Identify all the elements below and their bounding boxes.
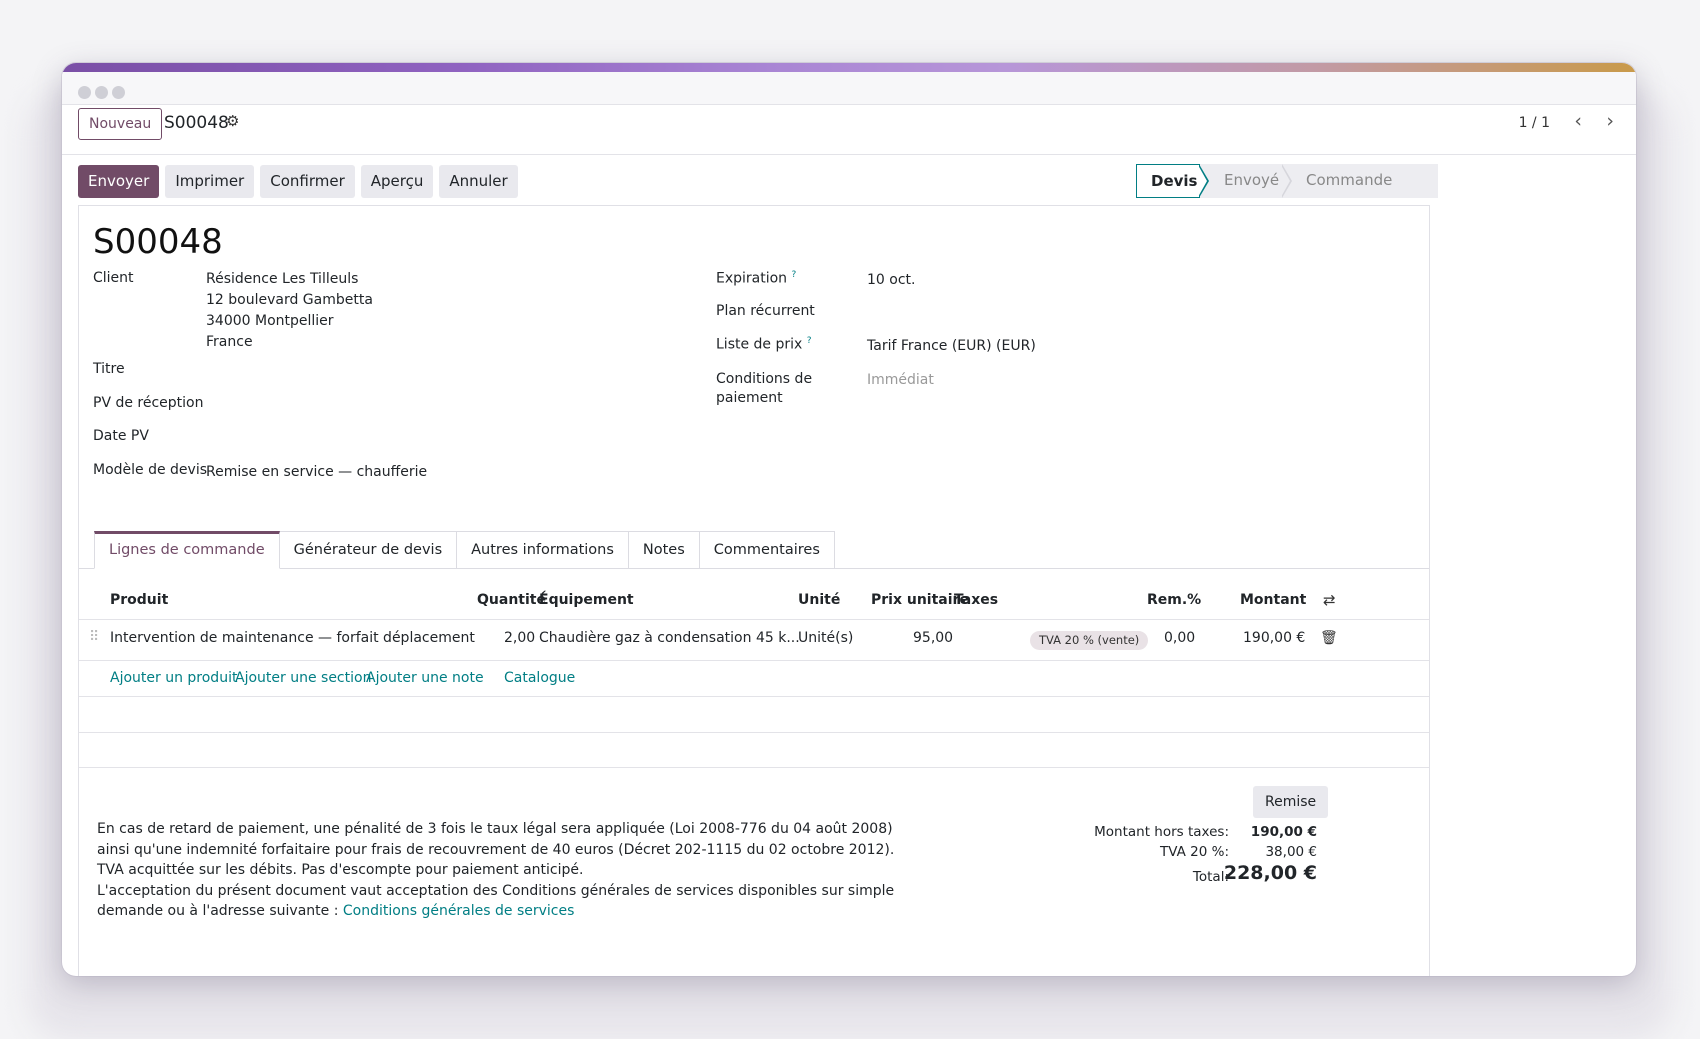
stage-label: Devis [1151, 172, 1198, 190]
new-button[interactable]: Nouveau [78, 108, 163, 140]
gear-icon[interactable]: ⚙ [226, 112, 239, 130]
row-divider [79, 767, 1429, 768]
subtotal-label: Montant hors taxes: [1094, 824, 1229, 840]
confirm-button[interactable]: Confirmer [260, 165, 355, 198]
pv-label: PV de réception [93, 395, 204, 411]
tax-value: 38,00 € [1265, 844, 1317, 860]
window-dot-close[interactable] [78, 86, 91, 99]
column-settings-icon[interactable]: ⇄ [1323, 591, 1336, 609]
stage-devis[interactable]: Devis [1136, 164, 1209, 198]
stage-commande-client[interactable]: Commande client [1282, 164, 1438, 221]
action-buttons: Envoyer Imprimer Confirmer Aperçu Annule… [78, 165, 518, 198]
drag-handle-icon[interactable]: ⠿ [89, 629, 99, 645]
subtotal-value: 190,00 € [1250, 824, 1317, 840]
cancel-button[interactable]: Annuler [439, 165, 518, 198]
pricelist-label: Liste de prix ? [716, 336, 812, 353]
stage-envoye[interactable]: Envoyé [1200, 164, 1292, 198]
add-note-link[interactable]: Ajouter une note [366, 670, 484, 686]
column-header-amount[interactable]: Montant [1240, 592, 1306, 608]
tab-notes[interactable]: Notes [628, 531, 700, 569]
send-button[interactable]: Envoyer [78, 165, 160, 198]
line-unit-price[interactable]: 95,00 [913, 630, 953, 646]
stage-arrow [1198, 164, 1209, 198]
template-label: Modèle de devis [93, 462, 208, 478]
expiration-field[interactable]: 10 oct. [867, 270, 915, 291]
client-name: Résidence Les Tilleuls [206, 271, 359, 287]
column-header-product[interactable]: Produit [110, 592, 168, 608]
stage-arrow [1281, 164, 1292, 198]
tab-comments[interactable]: Commentaires [699, 531, 835, 569]
payment-terms-label-line2: paiement [716, 390, 783, 406]
date-pv-label: Date PV [93, 428, 149, 444]
form-sheet: S00048 Client Résidence Les Tilleuls 12 … [78, 205, 1430, 976]
expiration-label-text: Expiration [716, 270, 788, 287]
line-product[interactable]: Intervention de maintenance — forfait dé… [110, 630, 475, 646]
preview-button[interactable]: Aperçu [360, 165, 434, 198]
tab-order-lines[interactable]: Lignes de commande [94, 531, 280, 569]
line-discount[interactable]: 0,00 [1164, 630, 1195, 646]
client-country: France [206, 334, 253, 350]
client-city: 34000 Montpellier [206, 313, 334, 329]
gradient-bar [62, 63, 1636, 72]
chevron-right-icon[interactable]: › [1606, 110, 1614, 132]
catalog-link[interactable]: Catalogue [504, 670, 575, 686]
terms-paragraph-1: En cas de retard de paiement, une pénali… [97, 821, 895, 878]
line-equipment[interactable]: Chaudière gaz à condensation 45 k... [539, 630, 800, 646]
row-divider [79, 660, 1429, 661]
header-divider [79, 619, 1429, 620]
terms-note[interactable]: En cas de retard de paiement, une pénali… [97, 819, 917, 922]
help-icon[interactable]: ? [807, 336, 812, 346]
line-amount: 190,00 € [1243, 630, 1306, 646]
title-label: Titre [93, 361, 125, 377]
payment-terms-label-line1: Conditions de [716, 371, 813, 387]
tab-other-info[interactable]: Autres informations [457, 531, 629, 569]
print-button[interactable]: Imprimer [165, 165, 255, 198]
control-panel: Nouveau S00048 ⚙ 1 / 1 ‹ › [62, 105, 1636, 155]
row-divider [79, 732, 1429, 733]
column-header-unit[interactable]: Unité [798, 592, 840, 608]
line-unit[interactable]: Unité(s) [798, 630, 853, 646]
add-product-link[interactable]: Ajouter un produit [110, 670, 237, 686]
breadcrumb-record: S00048 [164, 113, 229, 133]
client-field[interactable]: Résidence Les Tilleuls 12 boulevard Gamb… [206, 269, 373, 353]
pager-value[interactable]: 1 / 1 [1519, 115, 1550, 131]
terms-link[interactable]: Conditions générales de services [343, 903, 575, 919]
column-header-equipment[interactable]: Équipement [539, 592, 634, 608]
help-icon[interactable]: ? [792, 270, 797, 280]
template-field[interactable]: Remise en service — chaufferie [206, 462, 427, 483]
payment-terms-field[interactable]: Immédiat [867, 370, 934, 391]
pricelist-label-text: Liste de prix [716, 336, 803, 353]
status-bar: Devis Envoyé Commande client [1136, 164, 1438, 221]
line-quantity[interactable]: 2,00 [504, 630, 535, 646]
discount-button[interactable]: Remise [1253, 786, 1329, 818]
pricelist-field[interactable]: Tarif France (EUR) (EUR) [867, 336, 1036, 357]
recurring-plan-label: Plan récurrent [716, 303, 815, 319]
total-label: Total: [1192, 869, 1229, 885]
total-value: 228,00 € [1223, 862, 1317, 884]
tax-label: TVA 20 %: [1160, 844, 1229, 860]
trash-icon[interactable]: 🗑 [1320, 630, 1338, 646]
column-header-taxes[interactable]: Taxes [954, 592, 998, 608]
column-header-quantity[interactable]: Quantité [477, 592, 546, 608]
column-header-discount[interactable]: Rem.% [1147, 592, 1201, 608]
app-window: Nouveau S00048 ⚙ 1 / 1 ‹ › Envoyer Impri… [62, 63, 1636, 976]
notebook-tabs: Lignes de commande Générateur de devis A… [94, 531, 835, 569]
tax-badge[interactable]: TVA 20 % (vente) [1030, 631, 1149, 650]
add-section-link[interactable]: Ajouter une section [235, 670, 371, 686]
order-title: S00048 [93, 222, 223, 262]
window-dot-maximize[interactable] [112, 86, 125, 99]
window-dot-minimize[interactable] [95, 86, 108, 99]
payment-terms-label: Conditions de paiement [716, 370, 812, 408]
stage-label: Envoyé [1224, 171, 1280, 189]
tab-quote-builder[interactable]: Générateur de devis [279, 531, 458, 569]
client-label: Client [93, 270, 134, 286]
expiration-label: Expiration ? [716, 270, 796, 287]
window-chrome [62, 72, 1636, 105]
chevron-left-icon[interactable]: ‹ [1574, 110, 1582, 132]
terms-paragraph-2: L'acceptation du présent document vaut a… [97, 881, 917, 922]
row-divider [79, 696, 1429, 697]
client-street: 12 boulevard Gambetta [206, 292, 373, 308]
